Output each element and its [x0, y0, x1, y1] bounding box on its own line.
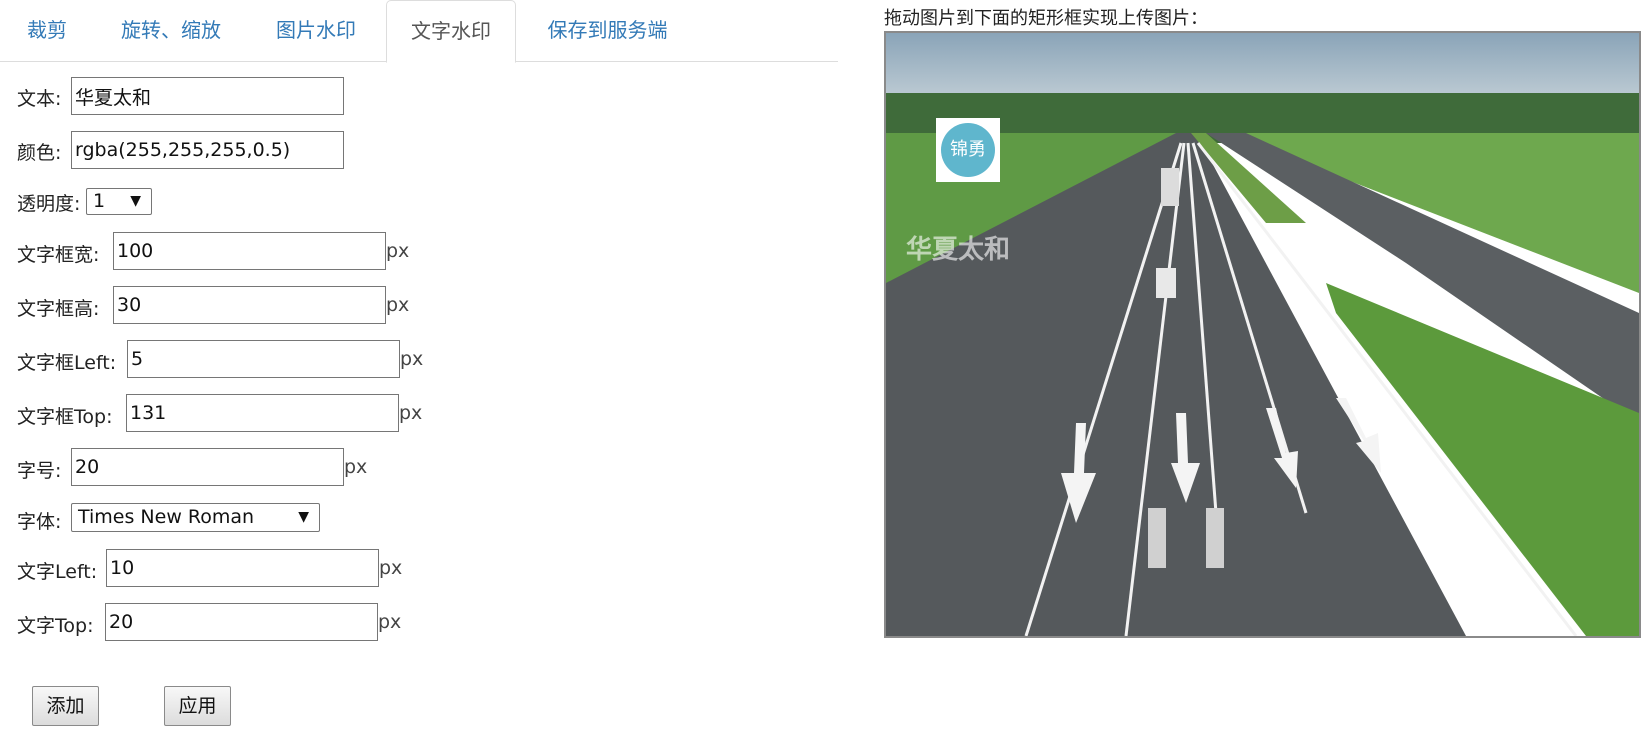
box-left-label: 文字框Left:	[17, 352, 117, 374]
box-height-label: 文字框高:	[17, 298, 100, 320]
tab-image-watermark[interactable]: 图片水印	[260, 0, 372, 62]
tab-save-to-server[interactable]: 保存到服务端	[530, 0, 685, 62]
color-input[interactable]	[71, 131, 344, 169]
text-left-label: 文字Left:	[17, 561, 98, 583]
box-width-input[interactable]	[113, 232, 386, 270]
logo-badge: 锦勇	[941, 123, 995, 177]
box-top-label: 文字框Top:	[17, 406, 113, 428]
font-size-input[interactable]	[71, 448, 344, 486]
chevron-down-icon: ▼	[130, 193, 141, 209]
box-width-label: 文字框宽:	[17, 244, 100, 266]
tab-rotate-scale[interactable]: 旋转、缩放	[100, 0, 242, 62]
box-height-input[interactable]	[113, 286, 386, 324]
color-label: 颜色:	[17, 142, 62, 164]
text-label: 文本:	[17, 88, 62, 110]
box-top-unit: px	[399, 402, 423, 424]
font-size-unit: px	[344, 456, 368, 478]
font-family-select[interactable]: Times New Roman ▼	[71, 503, 320, 532]
text-left-unit: px	[379, 557, 403, 579]
tab-text-watermark[interactable]: 文字水印	[386, 0, 516, 63]
text-input[interactable]	[71, 77, 344, 115]
font-size-label: 字号:	[17, 460, 62, 482]
box-height-unit: px	[386, 294, 410, 316]
logo-watermark: 锦勇	[936, 118, 1000, 182]
tab-bar: 裁剪 旋转、缩放 图片水印 文字水印 保存到服务端	[0, 0, 838, 63]
upload-hint: 拖动图片到下面的矩形框实现上传图片：	[884, 8, 1208, 29]
font-family-value: Times New Roman	[78, 506, 255, 528]
apply-button[interactable]: 应用	[164, 686, 231, 726]
opacity-label: 透明度:	[17, 193, 81, 215]
font-family-label: 字体:	[17, 511, 62, 533]
text-top-unit: px	[378, 611, 402, 633]
tab-crop[interactable]: 裁剪	[0, 0, 94, 62]
text-top-label: 文字Top:	[17, 615, 94, 637]
opacity-value: 1	[93, 190, 106, 212]
text-top-input[interactable]	[105, 603, 378, 641]
text-left-input[interactable]	[106, 549, 379, 587]
add-button[interactable]: 添加	[32, 686, 99, 726]
image-drop-zone[interactable]: 锦勇 华夏太和	[884, 31, 1641, 638]
box-width-unit: px	[386, 240, 410, 262]
box-top-input[interactable]	[126, 394, 399, 432]
text-watermark-preview: 华夏太和	[906, 235, 1011, 264]
box-left-unit: px	[400, 348, 424, 370]
opacity-select[interactable]: 1 ▼	[86, 188, 152, 215]
chevron-down-icon: ▼	[298, 509, 309, 525]
box-left-input[interactable]	[127, 340, 400, 378]
